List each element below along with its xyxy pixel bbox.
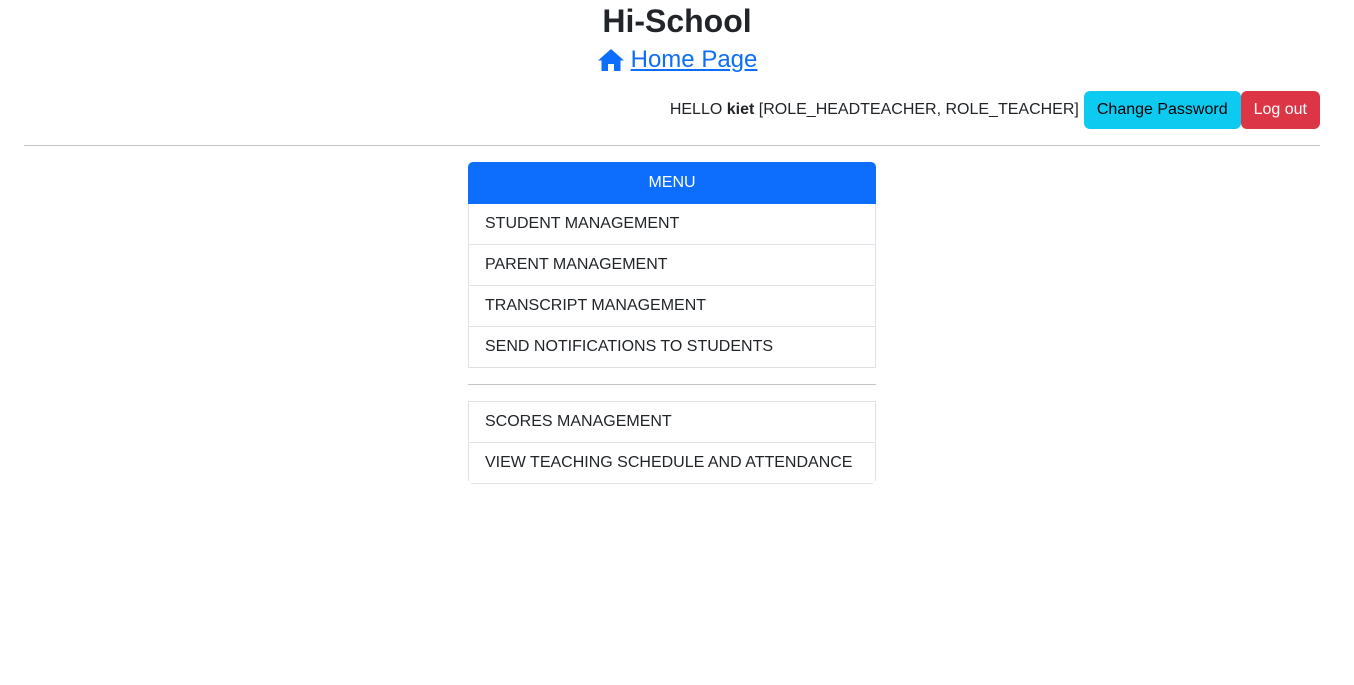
header-divider	[24, 145, 1320, 146]
username: kiet	[726, 101, 755, 118]
menu-item-teaching-schedule[interactable]: VIEW TEACHING SCHEDULE AND ATTENDANCE	[469, 442, 875, 483]
menu-item-parent-management[interactable]: PARENT MANAGEMENT	[469, 244, 875, 285]
menu-item-scores-management[interactable]: SCORES MANAGEMENT	[469, 402, 875, 442]
user-roles: [ROLE_HEADTEACHER, ROLE_TEACHER]	[754, 101, 1079, 118]
menu-group-teaching: SCORES MANAGEMENT VIEW TEACHING SCHEDULE…	[468, 401, 876, 484]
menu-group-management: STUDENT MANAGEMENT PARENT MANAGEMENT TRA…	[468, 204, 876, 368]
home-page-link-label: Home Page	[630, 46, 758, 73]
menu-item-student-management[interactable]: STUDENT MANAGEMENT	[469, 204, 875, 244]
user-bar: HELLO kiet [ROLE_HEADTEACHER, ROLE_TEACH…	[670, 91, 1320, 129]
menu-item-transcript-management[interactable]: TRANSCRIPT MANAGEMENT	[469, 285, 875, 326]
home-icon	[597, 49, 624, 71]
page-header: Hi-School Home Page	[0, 0, 1354, 77]
logout-button[interactable]: Log out	[1240, 91, 1320, 129]
user-greeting: HELLO kiet [ROLE_HEADTEACHER, ROLE_TEACH…	[670, 101, 1079, 119]
greeting-prefix: HELLO	[669, 101, 727, 118]
menu-item-send-notifications[interactable]: SEND NOTIFICATIONS TO STUDENTS	[469, 326, 875, 367]
menu-divider	[468, 384, 876, 385]
change-password-button[interactable]: Change Password	[1083, 91, 1241, 129]
site-title: Hi-School	[602, 3, 752, 39]
home-page-link[interactable]: Home Page	[597, 45, 758, 75]
main-menu: MENU STUDENT MANAGEMENT PARENT MANAGEMEN…	[468, 162, 876, 484]
menu-header: MENU	[468, 162, 876, 204]
